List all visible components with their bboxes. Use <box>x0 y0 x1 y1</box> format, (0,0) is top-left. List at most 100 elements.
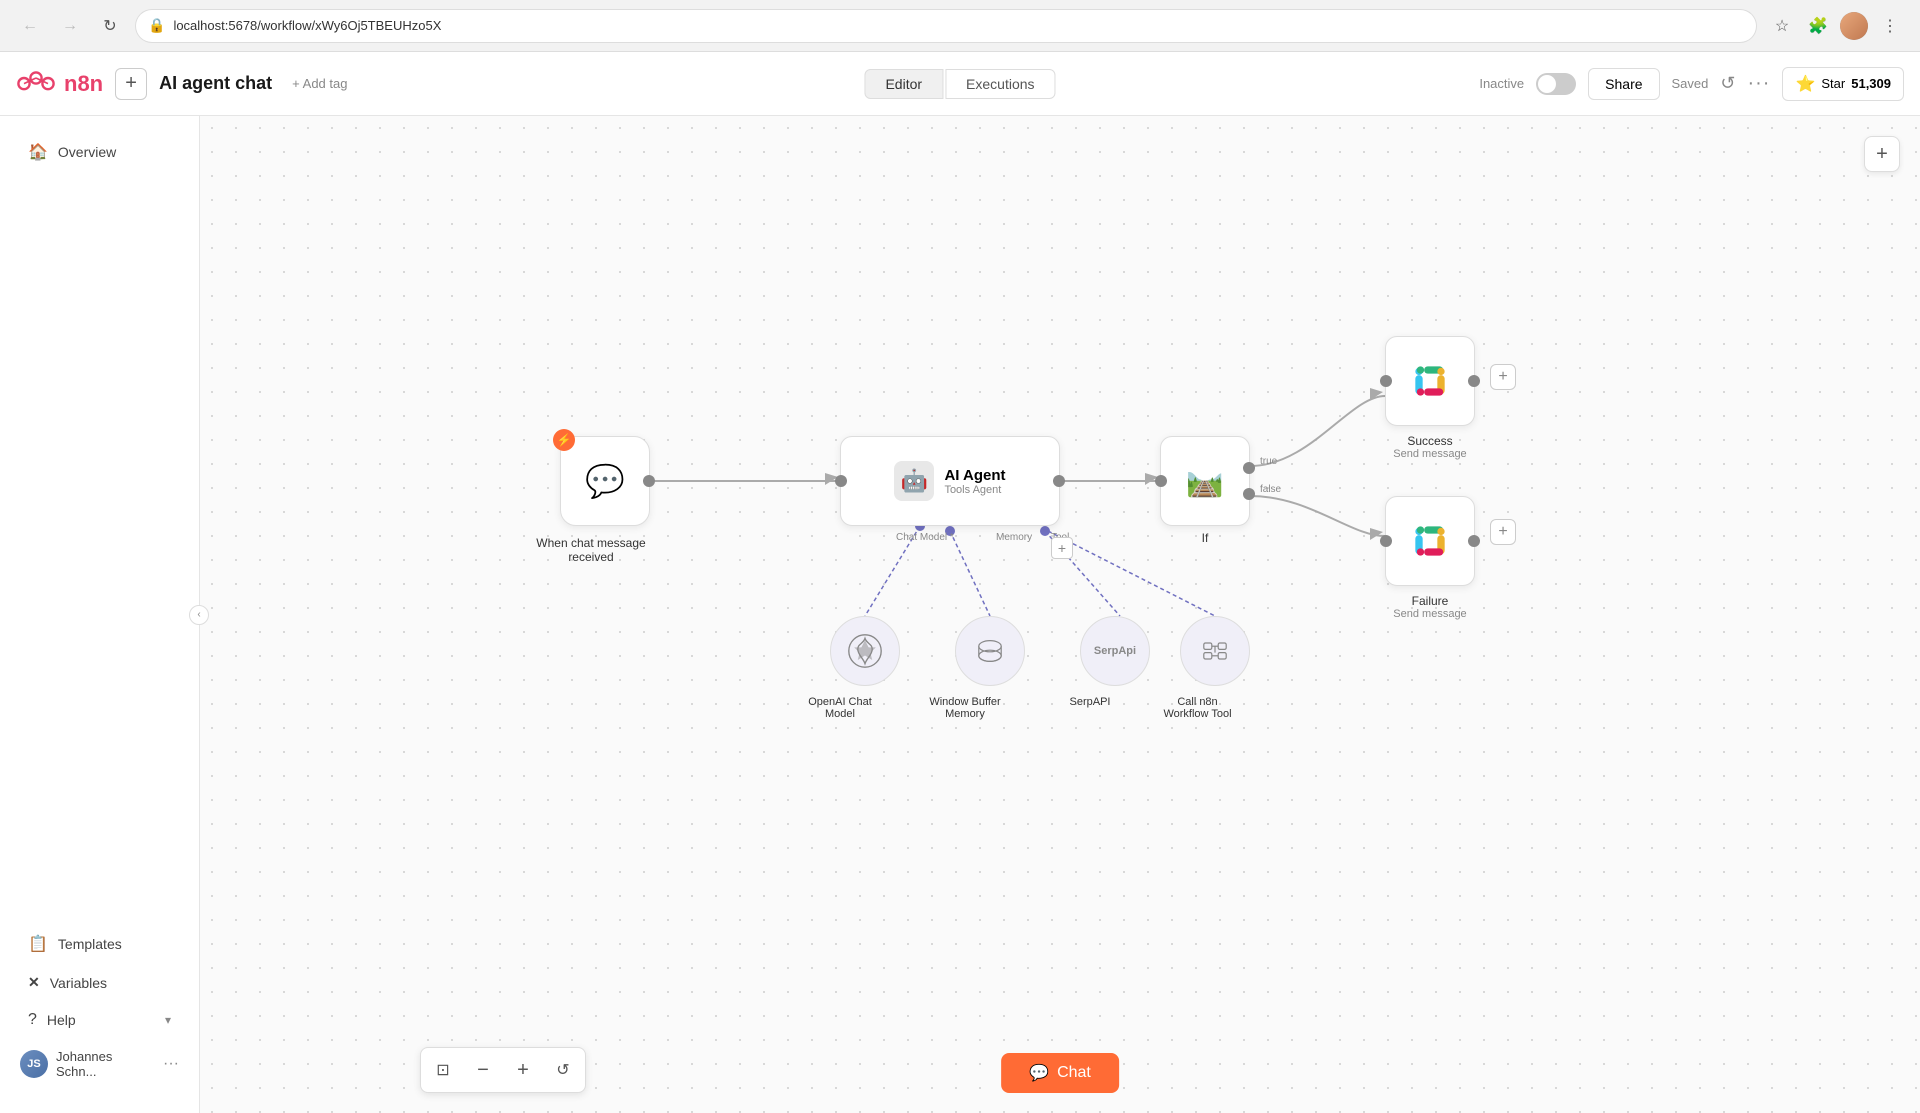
sidebar-label-templates: Templates <box>58 936 122 952</box>
tab-executions[interactable]: Executions <box>945 69 1055 99</box>
if-icon: 🛤️ <box>1186 464 1223 499</box>
slack-success-right-dot <box>1468 375 1480 387</box>
if-right-false-dot <box>1243 488 1255 500</box>
ai-agent-node[interactable]: 🤖 AI Agent Tools Agent Chat Model * Memo… <box>840 436 1060 526</box>
tab-editor[interactable]: Editor <box>864 69 943 99</box>
forward-button[interactable]: → <box>56 12 84 40</box>
more-options-button[interactable]: ··· <box>1747 72 1770 95</box>
n8n-logo: n8n <box>16 69 103 99</box>
slack-failure-left-dot <box>1380 535 1392 547</box>
slack-failure-node[interactable] <box>1385 496 1475 586</box>
false-label: false <box>1260 484 1281 495</box>
sidebar-item-help[interactable]: ? Help ▾ <box>8 1001 191 1039</box>
workflow-tool-label: Call n8n Workflow Tool <box>1150 696 1245 720</box>
logo-svg <box>16 69 56 99</box>
user-name: Johannes Schn... <box>56 1049 155 1079</box>
if-label: If <box>1160 531 1250 545</box>
openai-label: OpenAI Chat Model <box>795 696 885 720</box>
memory-sub-node[interactable] <box>955 616 1025 686</box>
sidebar-label-variables: Variables <box>50 975 107 991</box>
sidebar-label-help: Help <box>47 1012 76 1028</box>
toolbar: n8n + AI agent chat + Add tag Editor Exe… <box>0 52 1920 116</box>
ai-agent-subtitle: Tools Agent <box>944 484 1005 496</box>
workflow-canvas[interactable]: ⚡ 💬 When chat message received 🤖 AI Agen… <box>200 116 1920 1113</box>
user-more-button[interactable]: ··· <box>163 1055 179 1073</box>
if-right-true-dot <box>1243 462 1255 474</box>
ai-agent-right-dot <box>1053 475 1065 487</box>
back-button[interactable]: ← <box>16 12 44 40</box>
extensions-button[interactable]: 🧩 <box>1804 12 1832 40</box>
add-after-failure-button[interactable]: + <box>1490 519 1516 545</box>
fit-view-button[interactable]: ⊡ <box>425 1052 461 1088</box>
reset-view-button[interactable]: ↺ <box>545 1052 581 1088</box>
sidebar: 🏠 Overview 📋 Templates ✕ Variables ? Hel… <box>0 116 200 1113</box>
editor-tabs: Editor Executions <box>864 69 1055 99</box>
saved-label: Saved <box>1672 76 1709 91</box>
star-button[interactable]: ⭐ Star 51,309 <box>1782 67 1904 101</box>
menu-button[interactable]: ⋮ <box>1876 12 1904 40</box>
add-tool-button[interactable]: + <box>1051 537 1073 559</box>
openai-sub-node[interactable] <box>830 616 900 686</box>
browser-bar: ← → ↻ 🔒 localhost:5678/workflow/xWy6Oj5T… <box>0 0 1920 52</box>
slack-failure-right-dot <box>1468 535 1480 547</box>
ai-agent-title: AI Agent <box>944 467 1005 484</box>
trigger-right-dot <box>643 475 655 487</box>
serp-label: SerpAPI <box>1045 696 1135 708</box>
refresh-button[interactable]: ↻ <box>96 12 124 40</box>
add-workflow-button[interactable]: + <box>115 68 147 100</box>
user-row: JS Johannes Schn... ··· <box>0 1039 199 1089</box>
browser-actions: ☆ 🧩 ⋮ <box>1768 12 1904 40</box>
workflow-name: AI agent chat <box>159 73 272 94</box>
openai-icon <box>847 633 883 669</box>
serp-sub-node[interactable]: SerpApi <box>1080 616 1150 686</box>
sidebar-item-templates[interactable]: 📋 Templates <box>8 924 191 964</box>
sidebar-item-variables[interactable]: ✕ Variables <box>8 964 191 1001</box>
github-icon: ⭐ <box>1795 74 1815 94</box>
sidebar-bottom: 📋 Templates ✕ Variables ? Help ▾ JS <box>0 924 199 1097</box>
chat-button[interactable]: 💬 Chat <box>1001 1053 1119 1093</box>
active-toggle[interactable] <box>1536 73 1576 95</box>
memory-label: Memory <box>996 532 1032 543</box>
chat-icon: 💬 <box>1029 1063 1049 1083</box>
url-bar[interactable]: 🔒 localhost:5678/workflow/xWy6Oj5TBEUHzo… <box>136 10 1756 42</box>
sidebar-label-overview: Overview <box>58 144 116 160</box>
sidebar-item-overview[interactable]: 🏠 Overview <box>8 132 191 172</box>
variables-icon: ✕ <box>28 974 40 991</box>
logo-text: n8n <box>64 71 103 97</box>
profile-avatar[interactable] <box>1840 12 1868 40</box>
workflow-tool-sub-node[interactable] <box>1180 616 1250 686</box>
inactive-label: Inactive <box>1479 76 1524 91</box>
zoom-out-button[interactable]: − <box>465 1052 501 1088</box>
slack-success-node[interactable] <box>1385 336 1475 426</box>
if-left-dot <box>1155 475 1167 487</box>
templates-icon: 📋 <box>28 934 48 954</box>
slack-failure-icon <box>1408 519 1452 563</box>
ai-agent-left-dot <box>835 475 847 487</box>
if-node[interactable]: 🛤️ <box>1160 436 1250 526</box>
home-icon: 🏠 <box>28 142 48 162</box>
serp-text: SerpApi <box>1094 645 1136 657</box>
history-button[interactable]: ↺ <box>1720 73 1735 94</box>
toolbar-right: Inactive Share Saved ↺ ··· ⭐ Star 51,309 <box>1479 67 1904 101</box>
zoom-in-button[interactable]: + <box>505 1052 541 1088</box>
trigger-label: When chat message received <box>516 536 666 564</box>
trigger-node[interactable]: ⚡ 💬 <box>560 436 650 526</box>
trigger-icon: 💬 <box>585 462 625 500</box>
app: n8n + AI agent chat + Add tag Editor Exe… <box>0 52 1920 1113</box>
slack-success-left-dot <box>1380 375 1392 387</box>
main-content: 🏠 Overview 📋 Templates ✕ Variables ? Hel… <box>0 116 1920 1113</box>
add-tag-button[interactable]: + Add tag <box>284 72 355 95</box>
memory-icon <box>974 635 1006 667</box>
bookmark-button[interactable]: ☆ <box>1768 12 1796 40</box>
slack-success-label: Success Send message <box>1385 434 1475 460</box>
add-after-success-button[interactable]: + <box>1490 364 1516 390</box>
chat-model-label: Chat Model * <box>896 532 954 543</box>
canvas-add-button[interactable]: + <box>1864 136 1900 172</box>
star-label: Star <box>1821 76 1845 91</box>
share-button[interactable]: Share <box>1588 68 1659 100</box>
memory-label: Window Buffer Memory <box>920 696 1010 720</box>
user-avatar: JS <box>20 1050 48 1078</box>
sidebar-collapse-button[interactable]: ‹ <box>189 605 209 625</box>
trigger-badge: ⚡ <box>553 429 575 451</box>
true-label: true <box>1260 456 1277 467</box>
